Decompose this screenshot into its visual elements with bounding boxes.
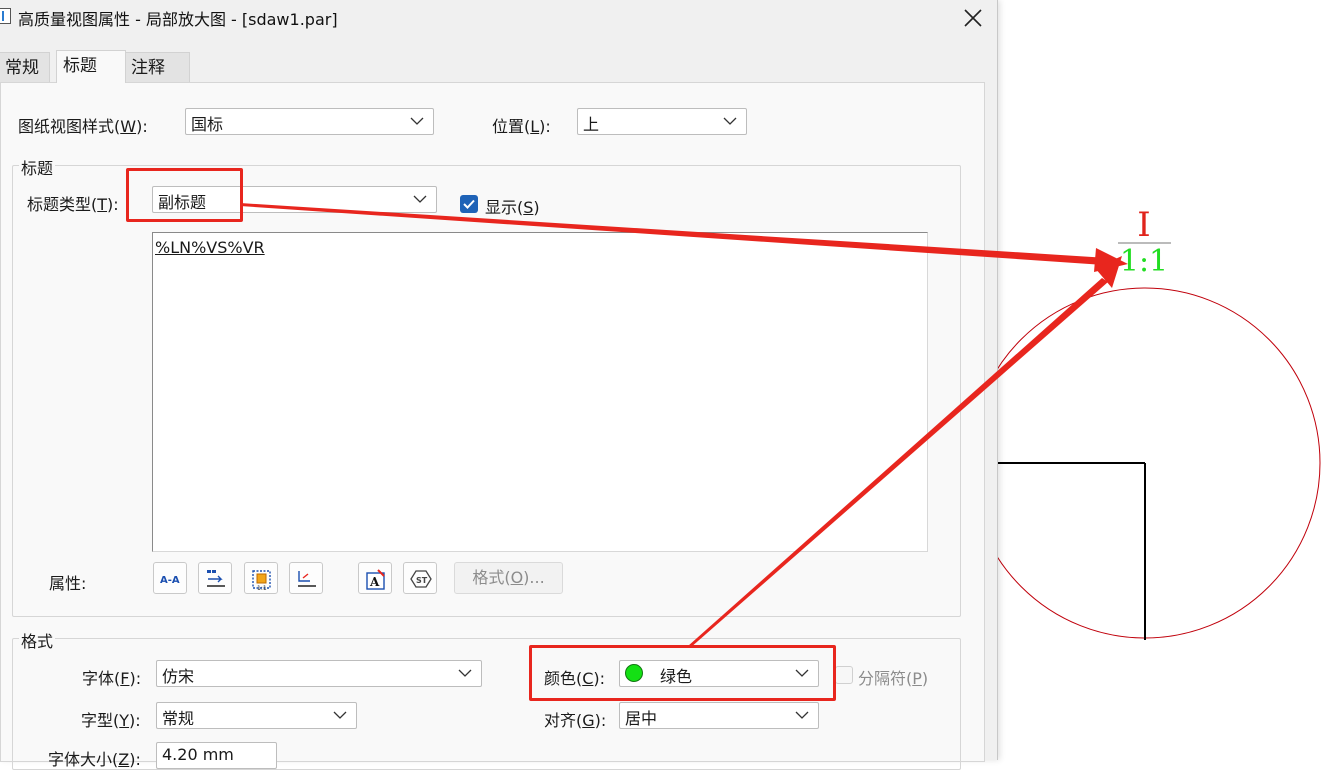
caption-text-area[interactable]: %LN%VS%VR (152, 232, 928, 552)
drawing-view-style-select[interactable]: 国标 (185, 108, 434, 135)
tab-annotation[interactable]: 注释 (124, 52, 190, 83)
align-value: 居中 (625, 709, 658, 728)
checkmark-icon (463, 199, 475, 209)
separator-checkbox[interactable] (835, 666, 853, 684)
text-property-icon: A-A (160, 575, 180, 586)
align-label: 对齐(G): (544, 711, 607, 730)
separator-label: 分隔符(P) (858, 669, 929, 688)
position-value: 上 (583, 115, 600, 134)
font-style-select[interactable]: 常规 (156, 702, 357, 729)
insert-text-button[interactable]: A (358, 562, 392, 594)
show-checkbox[interactable] (460, 195, 478, 213)
window-title: 高质量视图属性 - 局部放大图 - [sdaw1.par] (18, 10, 338, 29)
tab-caption-label: 标题 (63, 56, 97, 76)
scale-property-icon (207, 570, 225, 587)
font-size-input[interactable]: 4.20 mm (156, 742, 277, 769)
chevron-down-icon (333, 711, 347, 719)
caption-type-label: 标题类型(T): (27, 195, 119, 214)
tab-caption[interactable]: 标题 (56, 50, 126, 83)
property-frame-button[interactable]: 1:1 (244, 562, 278, 594)
chevron-down-icon (723, 117, 737, 125)
svg-text:A: A (369, 575, 380, 589)
position-select[interactable]: 上 (577, 108, 747, 135)
chevron-down-icon (413, 195, 427, 203)
tab-general[interactable]: 常规 (0, 52, 50, 83)
app-icon (0, 8, 11, 24)
show-label: 显示(S) (485, 198, 540, 217)
preview-label-bottom: 1:1 (1120, 244, 1168, 279)
tab-annotation-label: 注释 (131, 58, 165, 78)
font-select[interactable]: 仿宋 (156, 660, 482, 687)
chevron-down-icon (458, 669, 472, 677)
properties-label: 属性: (49, 574, 87, 593)
svg-text:1:1: 1:1 (257, 585, 267, 591)
drawing-view-style-value: 国标 (191, 115, 224, 134)
caption-type-highlight (126, 168, 243, 222)
caption-group-title: 标题 (19, 155, 56, 179)
property-angle-button[interactable] (289, 562, 323, 594)
font-style-value: 常规 (162, 709, 195, 728)
property-text-button[interactable]: A-A (153, 562, 187, 594)
frame-property-icon: 1:1 (252, 570, 271, 591)
title-bar[interactable]: 高质量视图属性 - 局部放大图 - [sdaw1.par] (0, 0, 997, 36)
symbol-icon: ST (410, 570, 432, 588)
format-button[interactable]: 格式(O)... (454, 562, 563, 594)
position-label: 位置(L): (492, 117, 551, 136)
symbol-button[interactable]: ST (403, 562, 437, 594)
svg-text:A-A: A-A (160, 575, 180, 586)
close-button[interactable] (950, 0, 996, 36)
angle-property-icon (298, 571, 316, 587)
property-scale-button[interactable] (198, 562, 232, 594)
svg-text:ST: ST (416, 576, 428, 585)
properties-dialog: 高质量视图属性 - 局部放大图 - [sdaw1.par] 常规 标题 注释 图… (0, 0, 998, 770)
chevron-down-icon (410, 117, 424, 125)
font-size-label: 字体大小(Z): (48, 750, 141, 769)
chevron-down-icon (795, 711, 809, 719)
preview-label-top: I (1137, 205, 1150, 245)
color-highlight (529, 645, 836, 701)
drawing-view-style-label: 图纸视图样式(W): (18, 117, 148, 136)
insert-text-icon: A (366, 569, 385, 590)
format-group-title: 格式 (19, 628, 56, 652)
font-label: 字体(F): (82, 669, 142, 688)
font-size-value: 4.20 mm (162, 745, 234, 764)
align-select[interactable]: 居中 (619, 702, 819, 729)
font-style-label: 字型(Y): (81, 711, 141, 730)
close-icon (964, 9, 982, 27)
font-value: 仿宋 (162, 667, 195, 686)
caption-text-content: %LN%VS%VR (155, 238, 265, 257)
tab-general-label: 常规 (5, 58, 39, 78)
